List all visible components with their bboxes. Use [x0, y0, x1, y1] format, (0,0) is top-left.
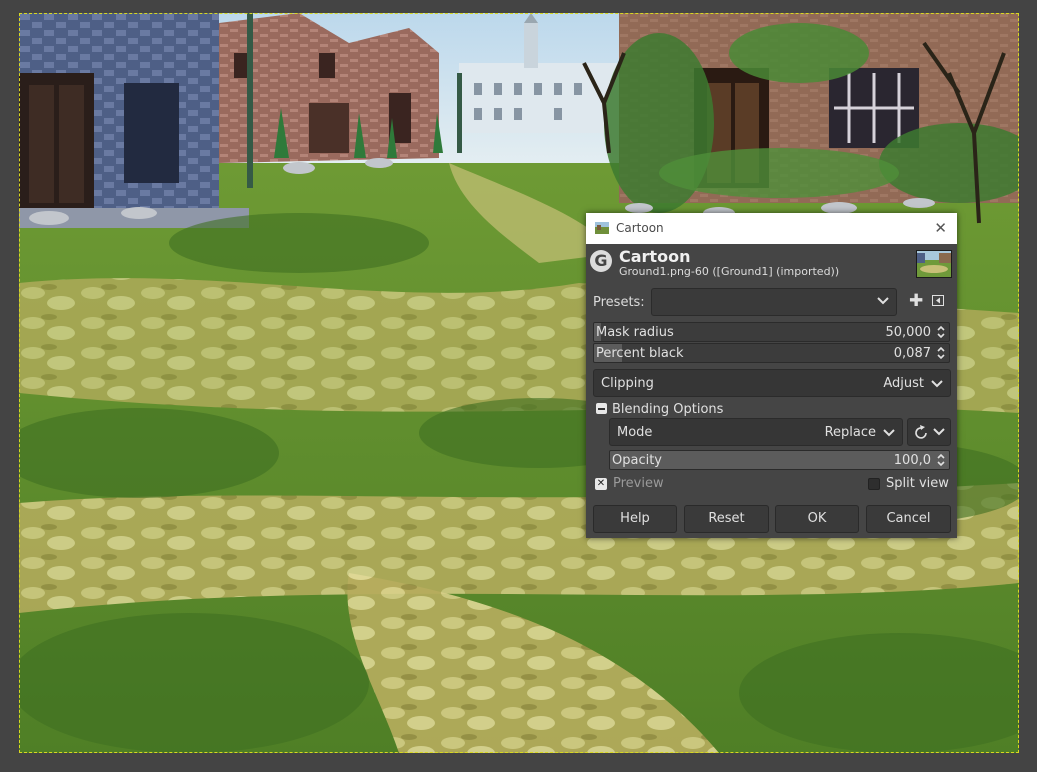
preview-label[interactable]: Preview: [613, 476, 664, 491]
dialog-heading: Cartoon: [619, 247, 691, 266]
mode-dropdown[interactable]: Mode Replace: [609, 418, 903, 446]
image-thumbnail: [916, 250, 952, 278]
opacity-label: Opacity: [612, 453, 663, 468]
opacity-spinscale[interactable]: Opacity 100,0: [609, 450, 950, 470]
presets-dropdown[interactable]: [651, 288, 897, 316]
chevron-down-icon: [883, 429, 895, 437]
gimp-logo-icon: G: [590, 250, 612, 272]
ok-button[interactable]: OK: [775, 505, 859, 533]
dialog-header: G Cartoon Ground1.png-60 ([Ground1] (imp…: [586, 244, 957, 294]
mask-radius-value: 50,000: [885, 325, 932, 340]
percent-black-spinscale[interactable]: Percent black 0,087: [593, 343, 950, 363]
composite-mode-button[interactable]: [907, 418, 951, 446]
split-view-checkbox[interactable]: [868, 478, 880, 490]
close-icon[interactable]: ✕: [934, 219, 947, 237]
preset-menu-icon[interactable]: [932, 295, 944, 306]
mask-radius-label: Mask radius: [596, 325, 674, 340]
reset-button[interactable]: Reset: [684, 505, 769, 533]
mode-label: Mode: [617, 425, 653, 440]
collapse-icon[interactable]: [596, 403, 607, 414]
chevron-down-icon: [877, 297, 889, 305]
help-button[interactable]: Help: [593, 505, 677, 533]
split-view-label[interactable]: Split view: [886, 476, 949, 491]
window-title: Cartoon: [616, 221, 664, 235]
opacity-value: 100,0: [893, 453, 931, 468]
clipping-value: Adjust: [883, 376, 924, 391]
add-preset-icon[interactable]: ✚: [909, 292, 923, 310]
spin-arrows-icon[interactable]: [935, 344, 947, 362]
spin-arrows-icon[interactable]: [935, 451, 947, 469]
chevron-down-icon: [931, 380, 943, 388]
clipping-label: Clipping: [601, 376, 654, 391]
percent-black-label: Percent black: [596, 346, 684, 361]
cartoon-filter-icon: [595, 222, 609, 234]
spin-arrows-icon[interactable]: [935, 323, 947, 341]
mode-value: Replace: [824, 425, 876, 440]
cartoon-dialog: Cartoon ✕ G Cartoon Ground1.png-60 ([Gro…: [586, 213, 957, 538]
preview-checkbox[interactable]: ✕: [595, 478, 607, 490]
mask-radius-spinscale[interactable]: Mask radius 50,000: [593, 322, 950, 342]
image-subtitle: Ground1.png-60 ([Ground1] (imported)): [619, 265, 840, 278]
dialog-titlebar[interactable]: Cartoon ✕: [586, 213, 957, 244]
percent-black-value: 0,087: [893, 346, 931, 361]
reset-mode-icon: [915, 425, 945, 439]
cancel-button[interactable]: Cancel: [866, 505, 951, 533]
clipping-dropdown[interactable]: Clipping Adjust: [593, 369, 951, 397]
presets-label: Presets:: [593, 295, 645, 310]
blending-options-expander[interactable]: Blending Options: [612, 402, 723, 417]
